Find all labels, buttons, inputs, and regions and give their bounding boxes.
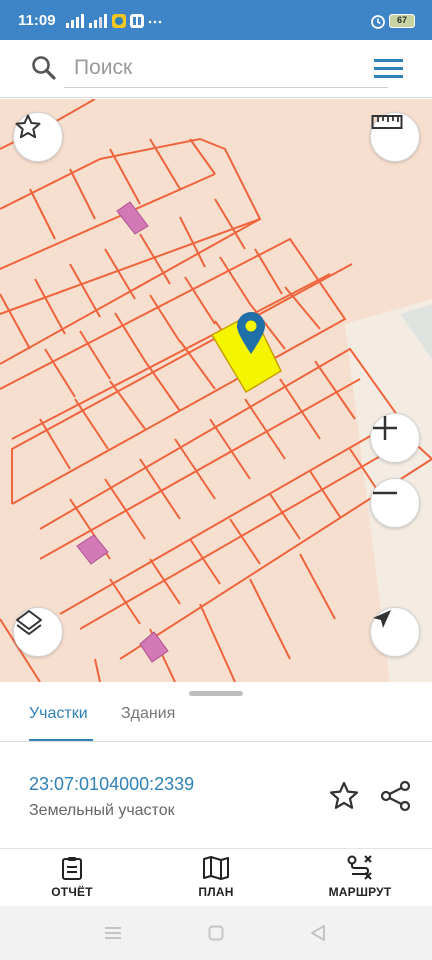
more-notifications-icon: [148, 20, 162, 24]
status-bar: 11:09 67: [0, 0, 432, 40]
search-input[interactable]: [64, 48, 388, 88]
zoom-in-button[interactable]: [370, 413, 420, 463]
system-navigation-bar: [0, 906, 432, 960]
search-icon[interactable]: [30, 54, 58, 82]
nav-plan[interactable]: ПЛАН: [156, 855, 276, 899]
cadastral-map[interactable]: [0, 99, 432, 682]
back-icon[interactable]: [310, 924, 326, 942]
building: [76, 534, 109, 565]
home-icon[interactable]: [208, 925, 224, 941]
signal-icons: [66, 14, 162, 28]
add-favorite-star-icon[interactable]: [328, 780, 360, 812]
minus-icon: [373, 491, 397, 495]
navigation-arrow-icon: [373, 610, 391, 628]
star-icon: [15, 114, 41, 139]
nav-report[interactable]: ОТЧЁТ: [12, 855, 132, 899]
app-notification-2-icon: [130, 14, 144, 28]
nav-route-label: МАРШРУТ: [328, 885, 392, 899]
search-bar: [0, 40, 432, 98]
nav-report-label: ОТЧЁТ: [51, 885, 93, 899]
my-location-button[interactable]: [370, 607, 420, 657]
status-time: 11:09: [18, 12, 56, 29]
route-icon: [347, 855, 372, 880]
nav-route[interactable]: МАРШРУТ: [300, 855, 420, 899]
nav-plan-label: ПЛАН: [198, 885, 234, 899]
favorites-button[interactable]: [13, 112, 63, 162]
zoom-out-button[interactable]: [370, 478, 420, 528]
layers-icon: [16, 610, 42, 635]
clipboard-icon: [62, 857, 82, 880]
cellular-signal-icon: [66, 14, 84, 28]
info-sheet: Участки Здания 23:07:0104000:2339 Земель…: [0, 682, 432, 848]
tab-buildings[interactable]: Здания: [121, 704, 175, 742]
sheet-drag-handle[interactable]: [189, 691, 243, 696]
bottom-navigation: ОТЧЁТ ПЛАН МАРШРУТ: [0, 848, 432, 906]
measure-button[interactable]: [370, 112, 420, 162]
share-icon[interactable]: [380, 780, 412, 812]
parcel-type: Земельный участок: [29, 802, 175, 819]
map-icon: [203, 856, 229, 880]
layers-button[interactable]: [13, 607, 63, 657]
app-notification-icon: [112, 14, 126, 28]
alarm-icon: [371, 15, 385, 29]
battery-icon: 67: [389, 14, 415, 28]
map-canvas[interactable]: [0, 99, 432, 682]
parcel-cadastral-number[interactable]: 23:07:0104000:2339: [29, 774, 194, 795]
plus-icon: [373, 416, 397, 440]
battery-level: 67: [396, 15, 407, 25]
recent-apps-icon[interactable]: [104, 925, 122, 941]
sheet-divider: [0, 741, 432, 742]
tab-parcels[interactable]: Участки: [29, 704, 93, 742]
building: [116, 201, 149, 235]
cellular-signal-2-icon: [89, 14, 107, 28]
menu-icon[interactable]: [370, 54, 406, 84]
ruler-icon: [371, 115, 403, 129]
